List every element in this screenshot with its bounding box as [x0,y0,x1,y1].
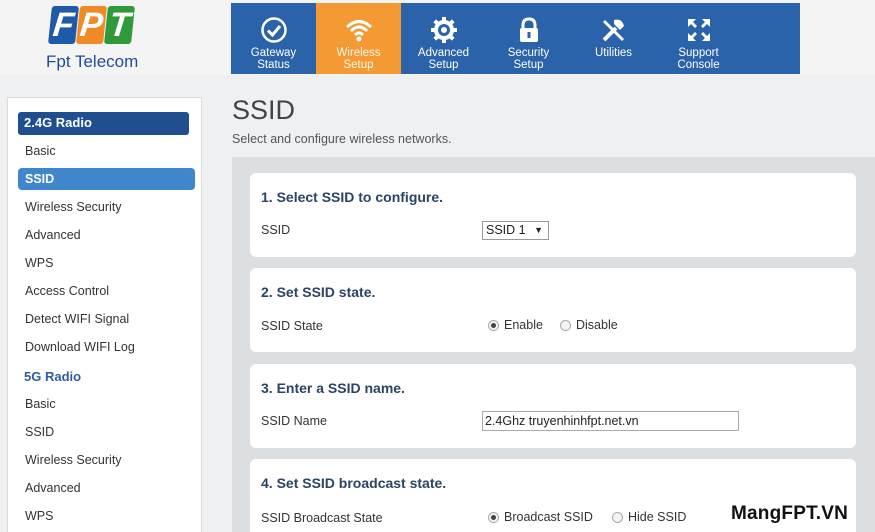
sidebar-section-2-4g[interactable]: 2.4G Radio [18,112,189,135]
top-nav: Gateway Status Wireless Setup Advanced S… [231,3,800,74]
ssid-select-value: SSID 1 [486,223,526,237]
sidebar-item-wireless-security[interactable]: Wireless Security [25,200,122,214]
gear-icon [401,13,486,47]
header: F P T Fpt Telecom Gateway Status Wireles… [0,0,875,75]
nav-label-line1: Wireless [336,47,381,59]
radio-broadcast-ssid[interactable]: Broadcast SSID [488,510,593,524]
radio-enable-label: Enable [504,318,543,332]
nav-label-line1: Advanced [417,47,470,59]
lock-icon [486,13,571,47]
ssid-name-label: SSID Name [261,414,327,428]
ssid-state-label: SSID State [261,319,323,333]
nav-label-line1: Gateway [250,47,297,59]
radio-broadcast-label: Broadcast SSID [504,510,593,524]
sidebar-item-wps[interactable]: WPS [25,256,53,270]
panel-title: 2. Set SSID state. [261,284,376,300]
brand-name: Fpt Telecom [46,52,139,71]
sidebar-item-5g-wps[interactable]: WPS [25,509,53,523]
ssid-label: SSID [261,223,291,237]
radio-enable[interactable]: Enable [488,318,543,332]
logo-letter-f: F [48,6,79,44]
nav-wireless-setup[interactable]: Wireless Setup [316,3,401,74]
panel-title: 4. Set SSID broadcast state. [261,475,447,491]
radio-disable[interactable]: Disable [560,318,618,332]
panel-select-ssid: 1. Select SSID to configure. SSID SSID 1… [250,173,856,257]
nav-advanced-setup[interactable]: Advanced Setup [401,3,486,74]
logo-letter-p: P [76,6,107,44]
nav-label-line1: Security [507,47,550,59]
sidebar-item-detect-wifi-signal[interactable]: Detect WIFI Signal [25,312,129,326]
nav-label-line2: Setup [513,59,544,71]
nav-label-line2: Setup [343,59,374,71]
nav-label-line2: Status [257,59,290,71]
panel-title: 1. Select SSID to configure. [261,189,444,205]
logo-letter-t: T [104,6,135,44]
fpt-logo-letters: F P T [48,6,135,46]
fpt-logo: F P T Fpt Telecom [46,4,140,72]
sidebar-item-advanced[interactable]: Advanced [25,228,81,242]
check-circle-icon [231,13,316,47]
tools-icon [571,13,656,47]
watermark: MangFPT.VN [731,503,849,524]
wifi-icon [316,13,401,47]
ssid-select[interactable]: SSID 1 ▼ [482,221,549,240]
sidebar-item-5g-advanced[interactable]: Advanced [25,481,81,495]
sidebar-item-basic[interactable]: Basic [25,144,56,158]
arrows-inward-icon [656,13,741,47]
radio-dot-selected [488,511,499,523]
page-subtitle: Select and configure wireless networks. [232,132,452,146]
nav-label-line2: Console [677,59,720,71]
radio-hide-label: Hide SSID [628,510,687,524]
sidebar: 2.4G Radio Basic SSID Wireless Security … [7,97,202,532]
content-area: 1. Select SSID to configure. SSID SSID 1… [232,157,875,532]
radio-hide-ssid[interactable]: Hide SSID [612,510,686,524]
sidebar-section-5g[interactable]: 5G Radio [18,366,189,389]
nav-label-line1: Utilities [594,47,633,59]
nav-label-line2: Setup [428,59,459,71]
broadcast-state-label: SSID Broadcast State [261,511,383,525]
panel-ssid-state: 2. Set SSID state. SSID State Enable Dis… [250,268,856,352]
sidebar-item-ssid[interactable]: SSID [18,168,195,190]
radio-dot-selected [488,319,499,331]
sidebar-item-5g-ssid[interactable]: SSID [25,425,54,439]
sidebar-item-access-control[interactable]: Access Control [25,284,109,298]
nav-gateway-status[interactable]: Gateway Status [231,3,316,74]
panel-title: 3. Enter a SSID name. [261,380,405,396]
ssid-name-input[interactable] [482,411,739,431]
sidebar-item-5g-basic[interactable]: Basic [25,397,56,411]
radio-dot [560,319,571,331]
nav-utilities[interactable]: Utilities [571,3,656,74]
nav-security-setup[interactable]: Security Setup [486,3,571,74]
panel-ssid-name: 3. Enter a SSID name. SSID Name [250,364,856,448]
radio-disable-label: Disable [576,318,618,332]
nav-label-line1: Support [678,47,719,59]
nav-support-console[interactable]: Support Console [656,3,741,74]
radio-dot [612,511,623,523]
page-title: SSID [232,95,296,125]
sidebar-item-download-wifi-log[interactable]: Download WIFI Log [25,340,135,354]
sidebar-item-5g-wireless-security[interactable]: Wireless Security [25,453,122,467]
dropdown-arrow-icon: ▼ [534,225,543,235]
